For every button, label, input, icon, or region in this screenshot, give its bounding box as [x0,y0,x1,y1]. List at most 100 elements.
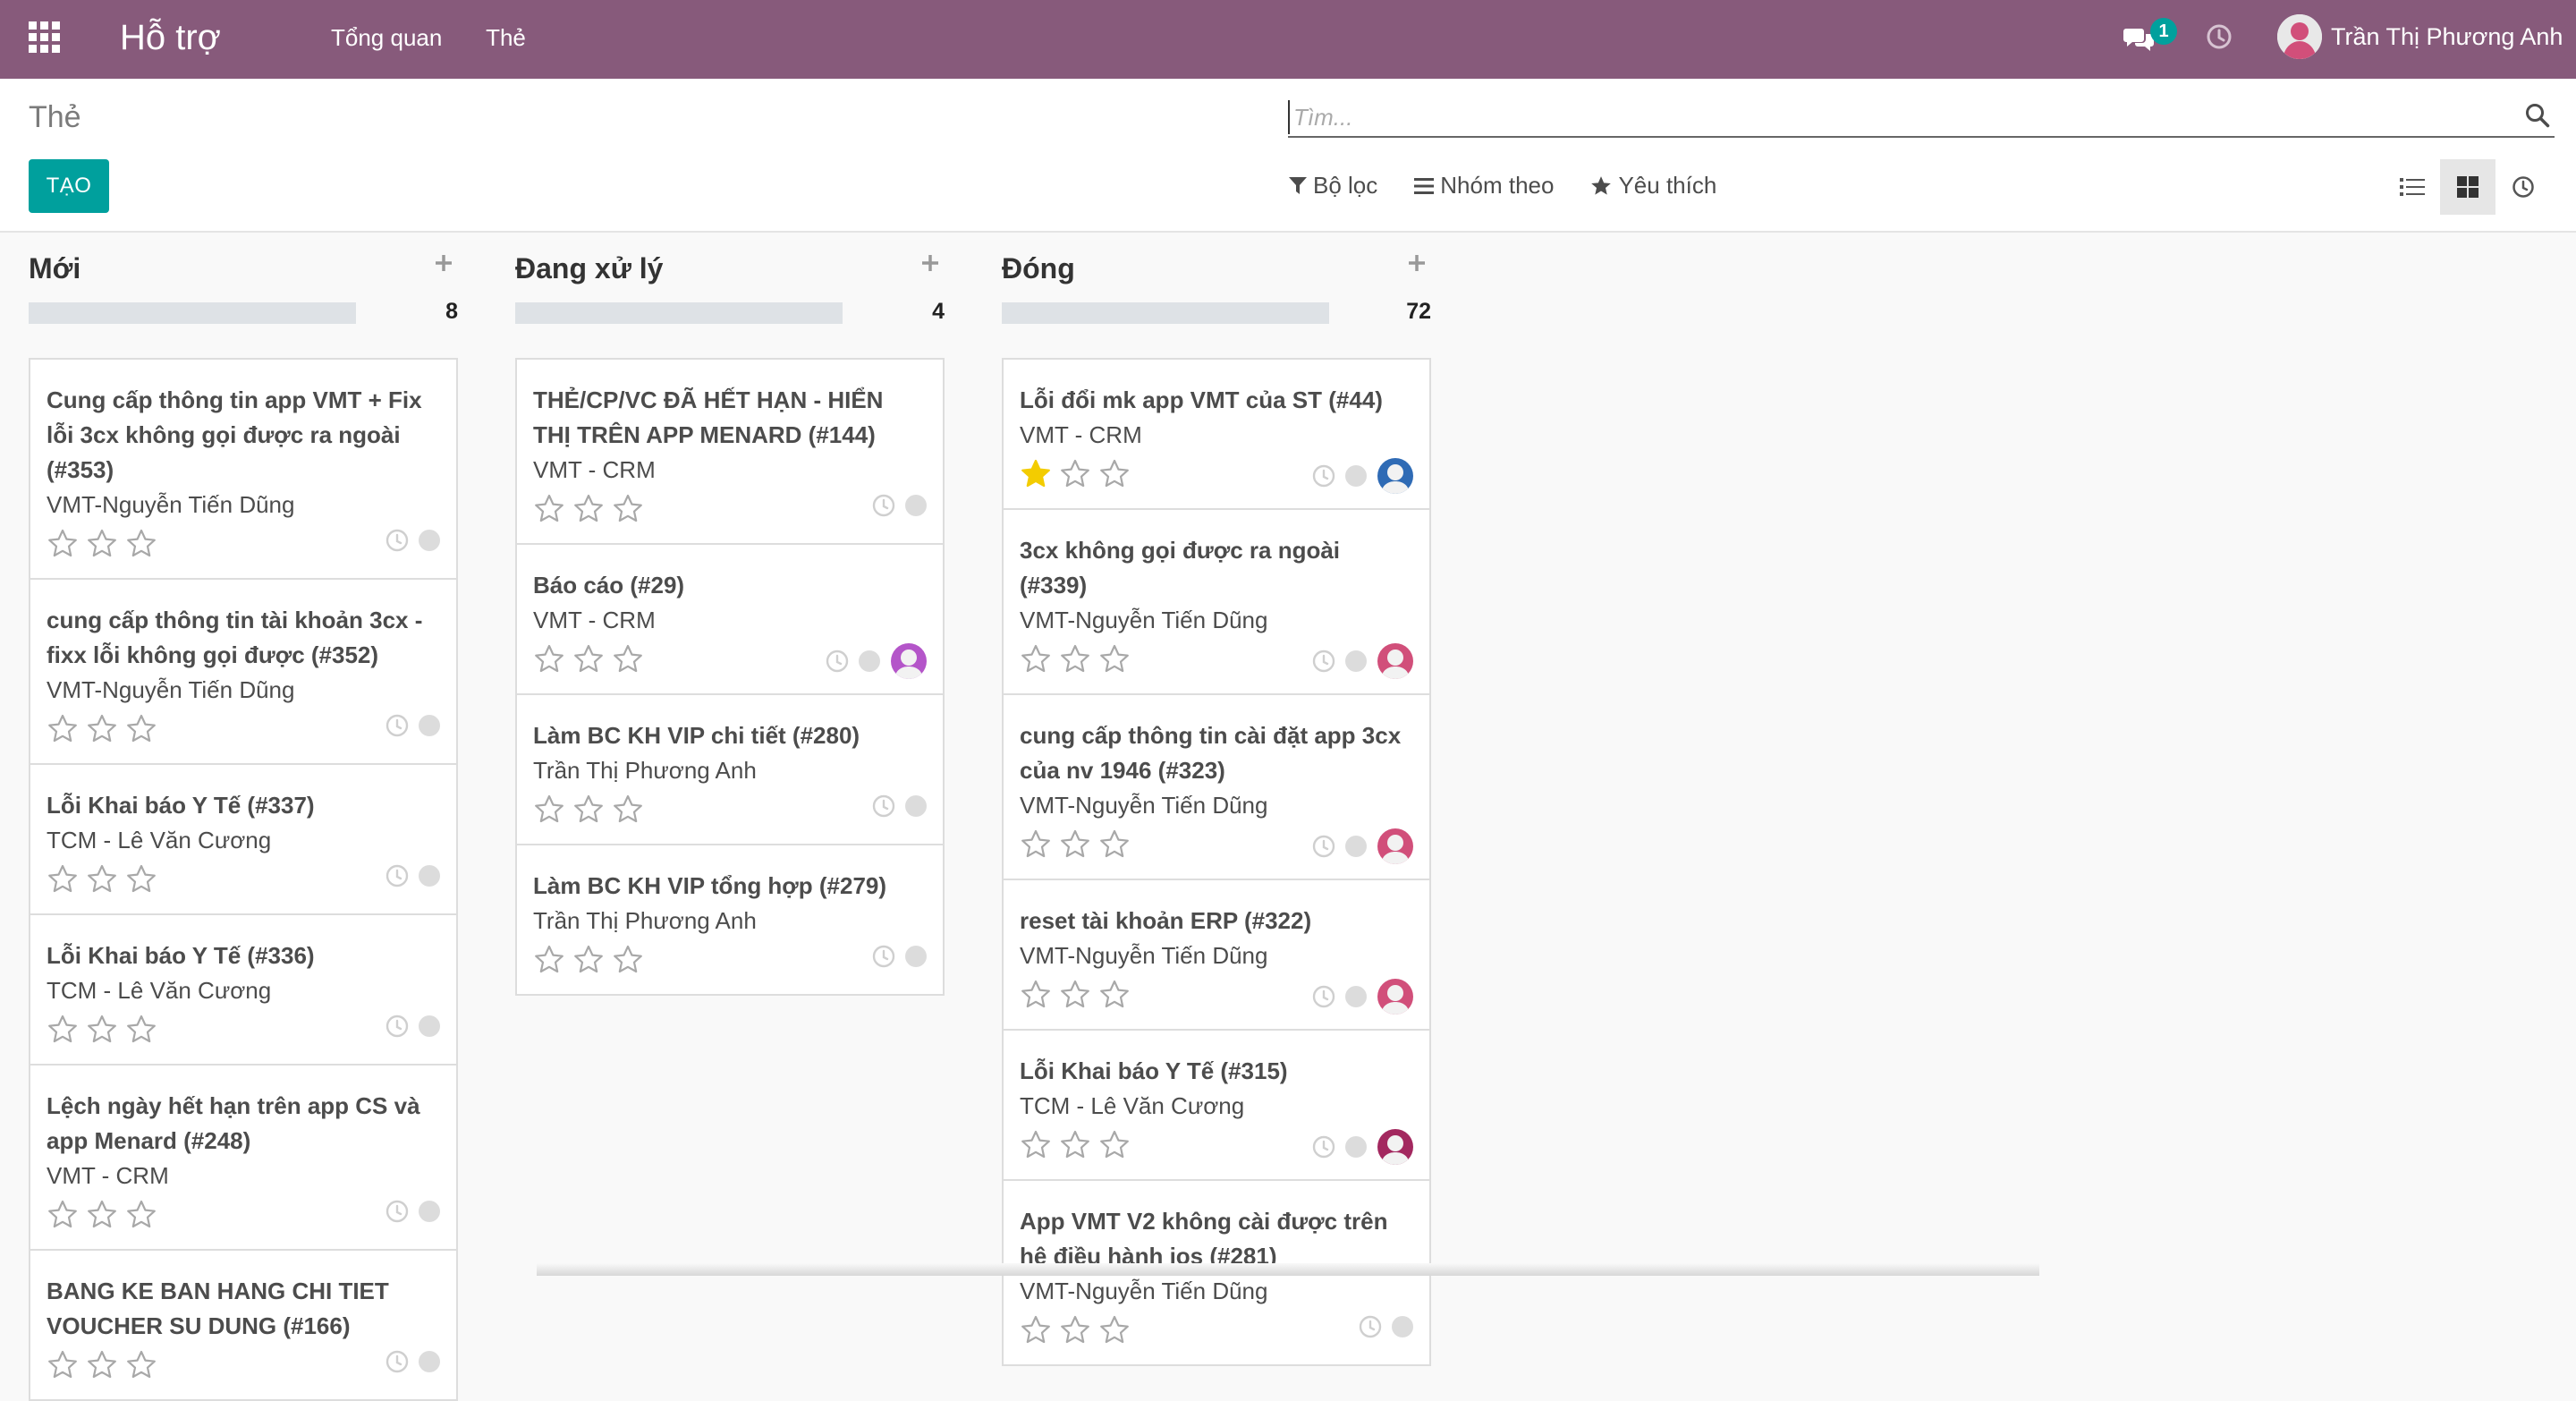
star-empty-icon[interactable] [1098,979,1131,1011]
assignee-avatar[interactable] [1377,828,1413,864]
activity-clock-icon[interactable] [825,649,850,674]
star-empty-icon[interactable] [86,1014,118,1046]
kanban-state-dot[interactable] [905,946,927,967]
star-empty-icon[interactable] [612,944,644,976]
activity-clock-icon[interactable] [1311,834,1336,859]
app-name[interactable]: Hỗ trợ [120,16,221,59]
assignee-avatar[interactable] [1377,979,1413,1015]
star-empty-icon[interactable] [1059,828,1091,861]
column-title[interactable]: Đóng [1002,252,1075,285]
star-empty-icon[interactable] [1059,643,1091,675]
activity-clock-icon[interactable] [871,944,896,969]
star-empty-icon[interactable] [125,1199,157,1231]
activity-clock-icon[interactable] [1311,984,1336,1009]
ticket-card[interactable]: Cung cấp thông tin app VMT + Fix lỗi 3cx… [29,358,458,580]
ticket-card[interactable]: BANG KE BAN HANG CHI TIET VOUCHER SU DUN… [29,1249,458,1401]
star-empty-icon[interactable] [612,643,644,675]
kanban-state-dot[interactable] [419,1015,440,1037]
star-empty-icon[interactable] [572,794,605,826]
star-empty-icon[interactable] [125,1014,157,1046]
star-empty-icon[interactable] [125,713,157,745]
column-title[interactable]: Đang xử lý [515,252,663,285]
group-by-button[interactable]: Nhóm theo [1413,172,1554,200]
activity-clock-icon[interactable] [871,493,896,518]
star-empty-icon[interactable] [1059,1129,1091,1161]
activity-clock-icon[interactable] [385,1014,410,1039]
star-empty-icon[interactable] [1098,1129,1131,1161]
kanban-state-dot[interactable] [1345,465,1367,487]
ticket-card[interactable]: Báo cáo (#29) VMT - CRM [515,543,945,695]
kanban-state-dot[interactable] [419,715,440,736]
star-empty-icon[interactable] [125,863,157,896]
activity-clock-icon[interactable] [385,713,410,738]
star-empty-icon[interactable] [572,944,605,976]
star-empty-icon[interactable] [47,1199,79,1231]
activity-view-button[interactable] [2496,159,2551,215]
kanban-state-dot[interactable] [419,1201,440,1222]
ticket-card[interactable]: Lỗi Khai báo Y Tế (#336) TCM - Lê Văn Cư… [29,913,458,1066]
ticket-card[interactable]: cung cấp thông tin cài đặt app 3cx của n… [1002,693,1431,880]
star-empty-icon[interactable] [47,1349,79,1381]
column-progress-bar[interactable] [29,302,356,324]
star-empty-icon[interactable] [1059,979,1091,1011]
star-empty-icon[interactable] [533,493,565,525]
ticket-card[interactable]: 3cx không gọi được ra ngoài (#339) VMT-N… [1002,508,1431,695]
kanban-state-dot[interactable] [419,530,440,551]
ticket-card[interactable]: reset tài khoản ERP (#322) VMT-Nguyễn Ti… [1002,879,1431,1031]
kanban-state-dot[interactable] [419,1351,440,1372]
activity-clock-icon[interactable] [385,528,410,553]
ticket-card[interactable]: Lệch ngày hết hạn trên app CS và app Men… [29,1064,458,1251]
activity-clock-icon[interactable] [2206,23,2233,50]
star-empty-icon[interactable] [47,863,79,896]
ticket-card[interactable]: Làm BC KH VIP tổng hợp (#279) Trần Thị P… [515,844,945,996]
kanban-state-dot[interactable] [905,495,927,516]
menu-item-tickets[interactable]: Thẻ [486,24,526,51]
create-button[interactable]: TẠO [29,159,109,213]
kanban-state-dot[interactable] [905,795,927,817]
search-icon[interactable] [2524,102,2551,129]
star-empty-icon[interactable] [86,863,118,896]
quick-create-icon[interactable] [1406,252,1428,274]
quick-create-icon[interactable] [919,252,941,274]
column-title[interactable]: Mới [29,252,80,285]
star-empty-icon[interactable] [125,1349,157,1381]
star-empty-icon[interactable] [533,944,565,976]
ticket-card[interactable]: cung cấp thông tin tài khoản 3cx - fixx … [29,578,458,765]
kanban-state-dot[interactable] [1345,650,1367,672]
column-progress-bar[interactable] [515,302,843,324]
kanban-state-dot[interactable] [1345,986,1367,1007]
activity-clock-icon[interactable] [385,1349,410,1374]
kanban-state-dot[interactable] [1345,1136,1367,1158]
star-empty-icon[interactable] [1020,828,1052,861]
star-empty-icon[interactable] [47,1014,79,1046]
star-empty-icon[interactable] [572,493,605,525]
filter-button[interactable]: Bộ lọc [1288,172,1377,200]
star-empty-icon[interactable] [1020,1129,1052,1161]
star-empty-icon[interactable] [1098,458,1131,490]
ticket-card[interactable]: THẺ/CP/VC ĐÃ HẾT HẠN - HIỂN THỊ TRÊN APP… [515,358,945,545]
star-empty-icon[interactable] [612,794,644,826]
star-empty-icon[interactable] [47,528,79,560]
column-progress-bar[interactable] [1002,302,1329,324]
quick-create-icon[interactable] [433,252,454,274]
star-empty-icon[interactable] [533,794,565,826]
star-empty-icon[interactable] [86,528,118,560]
messages-button[interactable]: 1 [2123,18,2186,57]
star-empty-icon[interactable] [1020,643,1052,675]
star-empty-icon[interactable] [533,643,565,675]
ticket-card[interactable]: Lỗi đổi mk app VMT của ST (#44) VMT - CR… [1002,358,1431,510]
ticket-card[interactable]: Lỗi Khai báo Y Tế (#337) TCM - Lê Văn Cư… [29,763,458,915]
kanban-state-dot[interactable] [859,650,880,672]
star-empty-icon[interactable] [1098,643,1131,675]
star-empty-icon[interactable] [572,643,605,675]
list-view-button[interactable] [2385,159,2440,215]
star-empty-icon[interactable] [612,493,644,525]
kanban-state-dot[interactable] [1345,836,1367,857]
favorites-button[interactable]: Yêu thích [1589,172,1716,200]
star-empty-icon[interactable] [1059,458,1091,490]
star-empty-icon[interactable] [1098,828,1131,861]
star-empty-icon[interactable] [1059,1314,1091,1346]
activity-clock-icon[interactable] [1358,1314,1383,1339]
kanban-state-dot[interactable] [419,865,440,887]
search-input[interactable] [1288,100,2512,134]
